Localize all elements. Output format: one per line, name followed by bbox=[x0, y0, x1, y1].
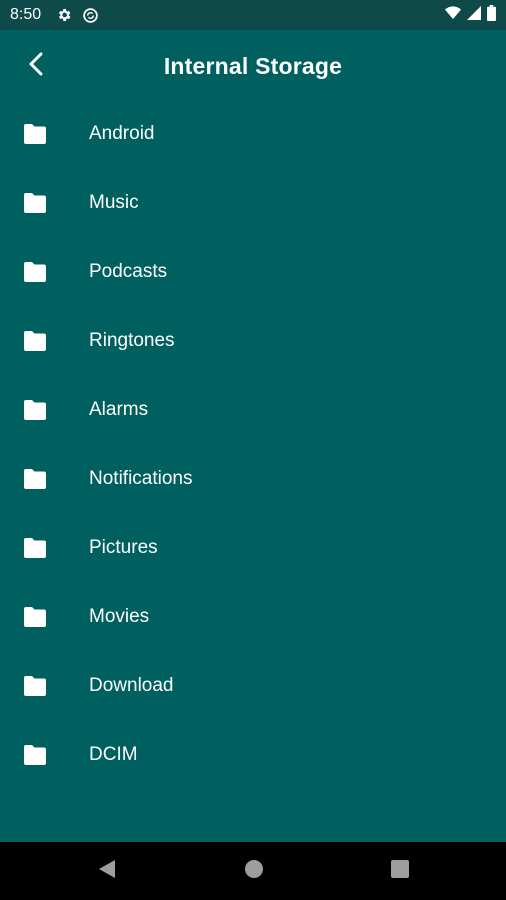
folder-label: Ringtones bbox=[89, 329, 175, 351]
folder-icon bbox=[22, 675, 48, 697]
home-circle-icon bbox=[244, 859, 264, 884]
folder-icon bbox=[22, 261, 48, 283]
folder-label: Download bbox=[89, 674, 174, 696]
recents-square-icon bbox=[391, 859, 409, 883]
app-bar: Internal Storage bbox=[0, 30, 506, 102]
battery-icon bbox=[487, 4, 496, 26]
folder-icon bbox=[22, 123, 48, 145]
signal-icon bbox=[467, 5, 481, 25]
folder-list: Android Music Podcasts Ringtones Alarms Notif… bbox=[0, 99, 506, 789]
folder-item-podcasts[interactable]: Podcasts bbox=[0, 237, 506, 306]
folder-item-alarms[interactable]: Alarms bbox=[0, 375, 506, 444]
folder-label: Alarms bbox=[89, 398, 149, 420]
folder-item-android[interactable]: Android bbox=[0, 99, 506, 168]
nav-back-button[interactable] bbox=[92, 856, 122, 886]
page-title: Internal Storage bbox=[163, 52, 343, 79]
folder-icon bbox=[22, 606, 48, 628]
folder-item-download[interactable]: Download bbox=[0, 651, 506, 720]
folder-label: Movies bbox=[89, 605, 150, 627]
folder-item-pictures[interactable]: Pictures bbox=[0, 513, 506, 582]
folder-item-movies[interactable]: Movies bbox=[0, 582, 506, 651]
nav-recents-button[interactable] bbox=[385, 856, 415, 886]
folder-label: Notifications bbox=[89, 467, 193, 489]
back-triangle-icon bbox=[98, 859, 116, 884]
status-bar: 8:50 bbox=[0, 0, 506, 30]
folder-icon bbox=[22, 330, 48, 352]
folder-label: Android bbox=[89, 122, 155, 144]
folder-label: Podcasts bbox=[89, 260, 168, 282]
gear-icon bbox=[55, 6, 73, 24]
folder-label: Music bbox=[89, 191, 139, 213]
navigation-bar bbox=[0, 842, 506, 900]
sync-icon bbox=[81, 6, 99, 24]
status-right-icons bbox=[445, 4, 496, 26]
folder-icon bbox=[22, 537, 48, 559]
folder-label: Pictures bbox=[89, 536, 158, 558]
folder-item-notifications[interactable]: Notifications bbox=[0, 444, 506, 513]
nav-home-button[interactable] bbox=[239, 856, 269, 886]
folder-icon bbox=[22, 192, 48, 214]
folder-icon bbox=[22, 399, 48, 421]
folder-label: DCIM bbox=[89, 743, 138, 765]
status-time: 8:50 bbox=[10, 6, 42, 23]
folder-item-dcim[interactable]: DCIM bbox=[0, 720, 506, 789]
folder-icon bbox=[22, 744, 48, 766]
wifi-icon bbox=[445, 5, 461, 25]
folder-item-ringtones[interactable]: Ringtones bbox=[0, 306, 506, 375]
folder-icon bbox=[22, 468, 48, 490]
folder-item-music[interactable]: Music bbox=[0, 168, 506, 237]
